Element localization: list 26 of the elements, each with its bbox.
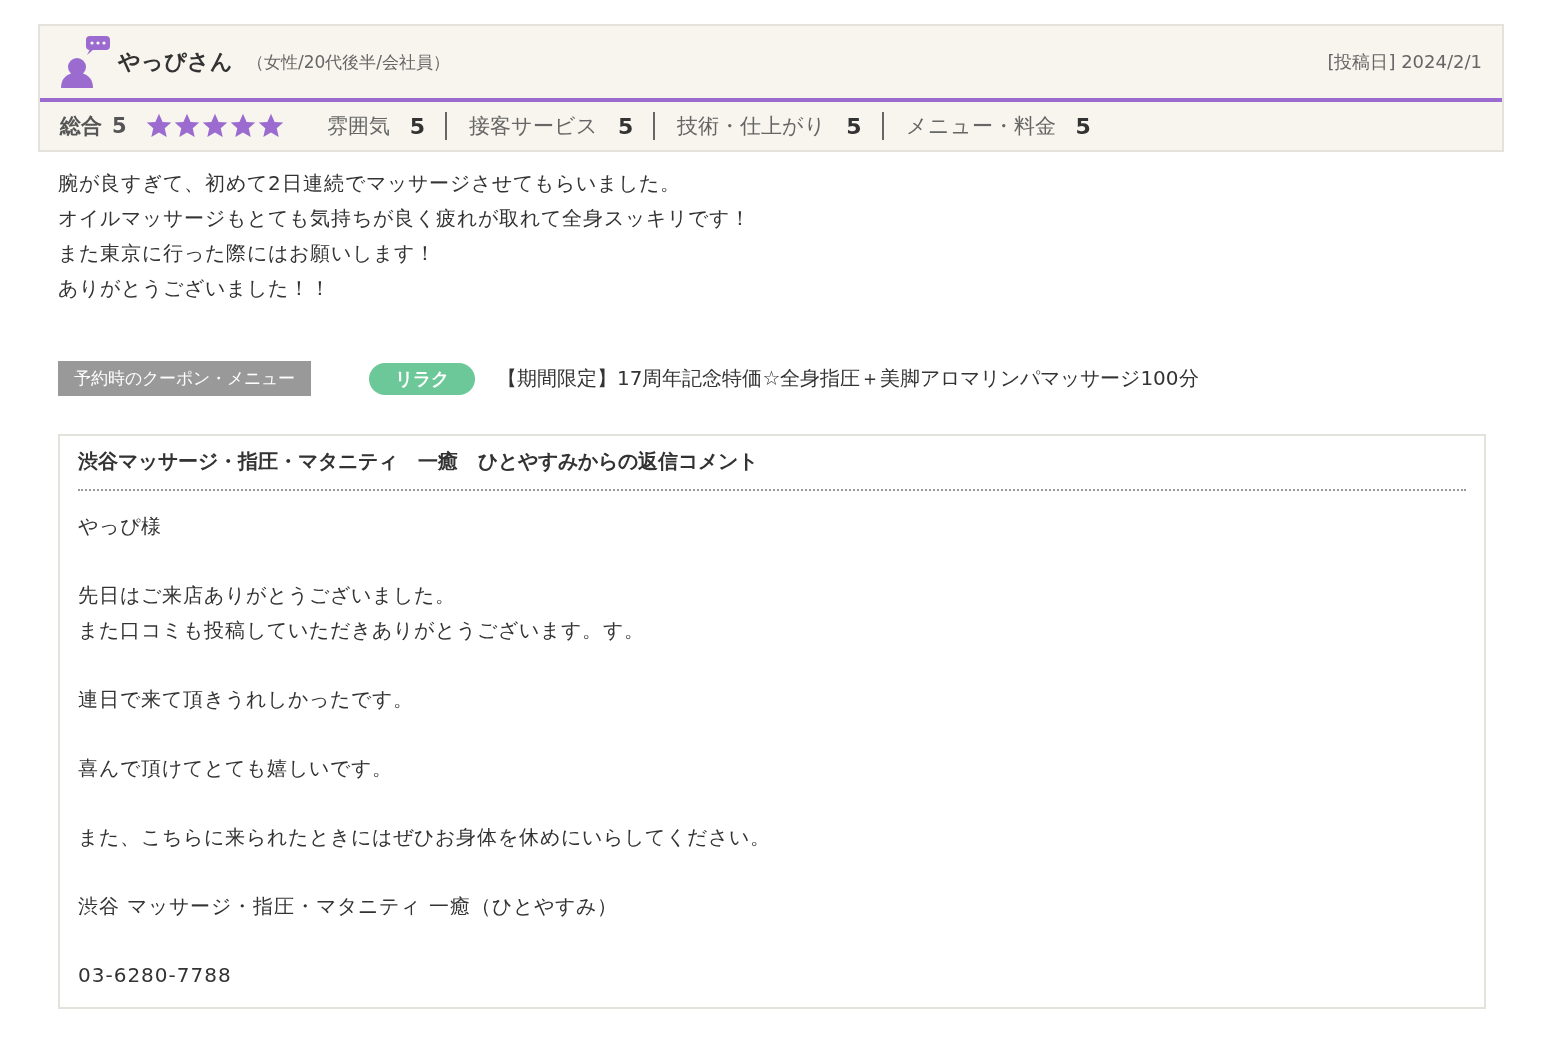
reply-title: 渋谷マッサージ・指圧・マタニティ 一癒 ひとやすみからの返信コメント [78, 436, 1466, 491]
reply-paragraph: また、こちらに来られたときにはぜひお身体を休めにいらしてください。 [78, 824, 772, 851]
reply-paragraph: 喜んで頂けてとても嬉しいです。 [78, 755, 394, 782]
category-label: 接客サービス [468, 113, 598, 140]
category-score: 5 [409, 113, 425, 139]
category-score: 5 [846, 113, 862, 139]
reviewer-chat-icon [60, 36, 110, 88]
reply-paragraph: 先日はご来店ありがとうございました。 また口コミも投稿していただきありがとうございます。す。 [78, 582, 646, 644]
reply-paragraph: 03-6280-7788 [78, 962, 233, 989]
category-tag: リラク [369, 362, 475, 395]
category-score: 5 [1075, 113, 1091, 139]
reviewer-profile: （女性/20代後半/会社員） [247, 50, 451, 74]
coupon-label: 予約時のクーポン・メニュー [58, 361, 311, 396]
category-label: 雰囲気 [326, 113, 390, 140]
overall-score: 5 [112, 114, 127, 138]
review-text: 腕が良すぎて、初めて2日連続でマッサージさせてもらいました。 オイルマッサージもとても気持ちが良く疲れが取れて全身スッキリです！ また東京に行った際にはお願いします！ ありがとうございました！！ [57, 170, 752, 302]
category-label: メニュー・料金 [905, 113, 1056, 140]
coupon-title: 【期間限定】17周年記念特価☆全身指圧＋美脚アロマリンパマッサージ100分 [497, 365, 1199, 392]
reply-paragraph: やっぴ様 [78, 513, 163, 540]
reply-paragraph: 渋谷 マッサージ・指圧・マタニティ 一癒（ひとやすみ） [78, 893, 619, 920]
reviewer-name: やっぴさん [118, 48, 233, 76]
overall-label: 総合 [60, 113, 102, 140]
reply-paragraph: 連日で来て頂きうれしかったです。 [78, 686, 415, 713]
category-score: 5 [617, 113, 634, 139]
post-date: [投稿日] 2024/2/1 [1327, 50, 1482, 74]
category-label: 技術・仕上がり [677, 113, 827, 140]
